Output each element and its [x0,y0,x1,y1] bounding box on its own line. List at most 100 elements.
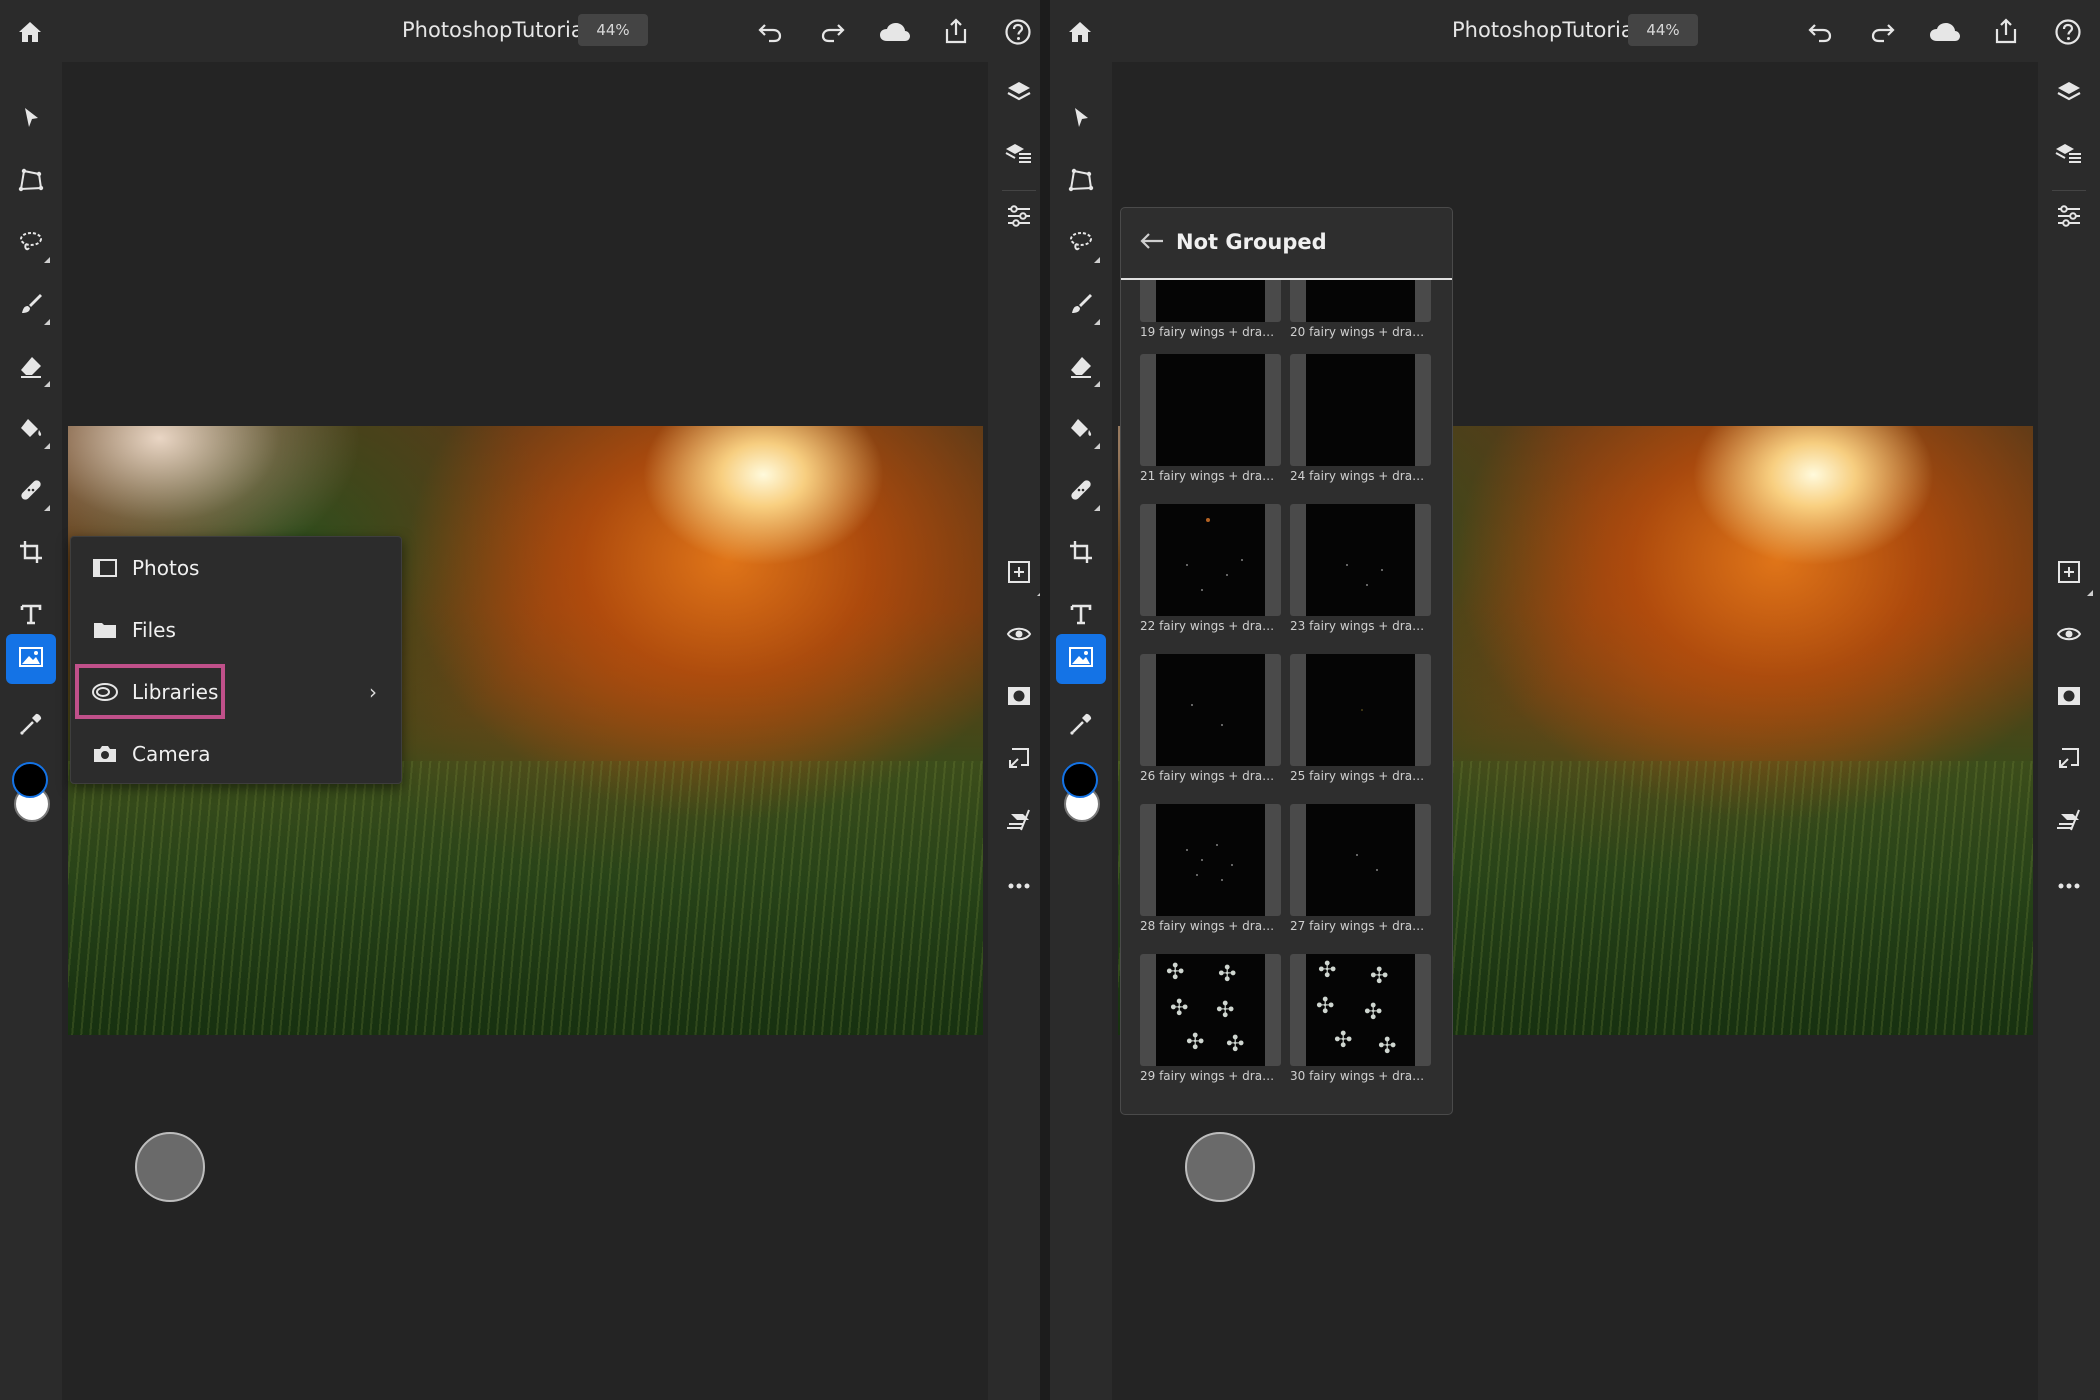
place-image-tool[interactable] [6,634,56,684]
healing-tool[interactable] [11,472,51,512]
foreground-color-swatch[interactable] [1062,762,1098,798]
library-asset[interactable]: 23 fairy wings + drago... [1290,504,1431,633]
lasso-tool[interactable] [11,224,51,264]
layers-icon [1006,80,1032,108]
lasso-tool[interactable] [1061,224,1101,264]
healing-tool[interactable] [1061,472,1101,512]
library-asset[interactable]: 25 fairy wings + drago... [1290,654,1431,783]
fill-tool[interactable] [1061,410,1101,450]
camera-icon [91,740,119,768]
add-layer-button[interactable] [999,554,1043,596]
zoom-level[interactable]: 44% [1628,14,1698,46]
touch-shortcut-button[interactable] [135,1132,205,1202]
cloud-icon[interactable] [1925,14,1965,50]
mask-button[interactable] [2049,678,2089,718]
layer-properties-button[interactable] [2049,136,2089,176]
eyedropper-tool[interactable] [11,706,51,746]
redo-icon[interactable] [1865,14,1901,50]
properties-bar [2038,62,2100,1400]
fill-tool[interactable] [11,410,51,450]
library-asset[interactable]: 21 fairy wings + drago... [1140,354,1281,483]
home-icon[interactable] [12,14,48,50]
dragonfly-icon: ✣ [1226,1032,1245,1057]
library-asset[interactable]: 24 fairy wings + drago... [1290,354,1431,483]
library-asset[interactable]: ✣ ✣ ✣ ✣ ✣ ✣ 29 fairy wings + drago... [1140,954,1281,1083]
image-icon [18,646,44,672]
arrow-pointer-icon [1071,106,1091,134]
library-asset-grid[interactable]: 19 fairy wings + drago... 20 fairy wings… [1121,280,1452,1114]
library-asset[interactable]: 20 fairy wings + drago... [1290,280,1431,339]
home-icon[interactable] [1062,14,1098,50]
library-asset[interactable]: 28 fairy wings + drago... [1140,804,1281,933]
asset-label: 26 fairy wings + drago... [1140,769,1281,783]
transform-icon [18,168,44,196]
menu-item-camera[interactable]: Camera [71,723,401,785]
library-asset[interactable]: 26 fairy wings + drago... [1140,654,1281,783]
crop-tool[interactable] [1061,534,1101,574]
mask-button[interactable] [999,678,1039,718]
layers-button[interactable] [2049,74,2089,114]
more-button[interactable] [999,864,1039,904]
bandage-icon [18,477,44,507]
redo-icon[interactable] [815,14,851,50]
layer-properties-button[interactable] [999,136,1039,176]
move-tool[interactable] [11,100,51,140]
dragonfly-icon: ✣ [1186,1030,1205,1055]
chevron-right-icon: › [369,680,377,704]
touch-shortcut-button[interactable] [1185,1132,1255,1202]
asset-thumbnail [1140,354,1281,466]
undo-icon[interactable] [752,14,788,50]
adjustments-button[interactable] [999,198,1039,238]
photos-icon [91,554,119,582]
visibility-button[interactable] [999,616,1039,656]
brush-icon [18,291,44,321]
place-image-tool[interactable] [1056,634,1106,684]
adjustments-button[interactable] [2049,198,2089,238]
help-icon[interactable] [1000,14,1036,50]
library-asset[interactable]: ✣ ✣ ✣ ✣ ✣ ✣ 30 fairy wings + drago... [1290,954,1431,1083]
foreground-color-swatch[interactable] [12,762,48,798]
eraser-tool[interactable] [11,348,51,388]
move-tool[interactable] [1061,100,1101,140]
layers-button[interactable] [999,74,1039,114]
more-button[interactable] [2049,864,2089,904]
layer-transform-button[interactable] [2049,740,2089,780]
dragonfly-icon: ✣ [1318,958,1337,983]
zoom-level[interactable]: 44% [578,14,648,46]
transform-tool[interactable] [11,162,51,202]
bandage-icon [1068,477,1094,507]
clipping-button[interactable] [999,802,1039,842]
visibility-button[interactable] [2049,616,2089,656]
layer-properties-icon [1005,142,1033,170]
type-tool[interactable] [1061,596,1101,636]
document-title: PhotoshopTutorial [402,18,590,42]
cloud-icon[interactable] [875,14,915,50]
eyedropper-tool[interactable] [1061,706,1101,746]
tools-bar [0,62,62,1400]
back-arrow-icon[interactable] [1139,230,1165,256]
asset-label: 22 fairy wings + drago... [1140,619,1281,633]
menu-item-label: Files [132,618,176,642]
help-icon[interactable] [2050,14,2086,50]
clipping-button[interactable] [2049,802,2089,842]
share-icon[interactable] [938,12,974,50]
crop-tool[interactable] [11,534,51,574]
menu-item-photos[interactable]: Photos [71,537,401,599]
type-tool[interactable] [11,596,51,636]
undo-icon[interactable] [1802,14,1838,50]
image-icon [1068,646,1094,672]
add-layer-button[interactable] [2049,554,2093,596]
library-asset[interactable]: 27 fairy wings + drago... [1290,804,1431,933]
layer-transform-button[interactable] [999,740,1039,780]
share-icon[interactable] [1988,12,2024,50]
asset-label: 25 fairy wings + drago... [1290,769,1431,783]
asset-label: 30 fairy wings + drago... [1290,1069,1431,1083]
asset-thumbnail [1140,804,1281,916]
eraser-tool[interactable] [1061,348,1101,388]
menu-item-files[interactable]: Files [71,599,401,661]
brush-tool[interactable] [11,286,51,326]
brush-tool[interactable] [1061,286,1101,326]
transform-tool[interactable] [1061,162,1101,202]
library-asset[interactable]: 22 fairy wings + drago... [1140,504,1281,633]
library-asset[interactable]: 19 fairy wings + drago... [1140,280,1281,339]
